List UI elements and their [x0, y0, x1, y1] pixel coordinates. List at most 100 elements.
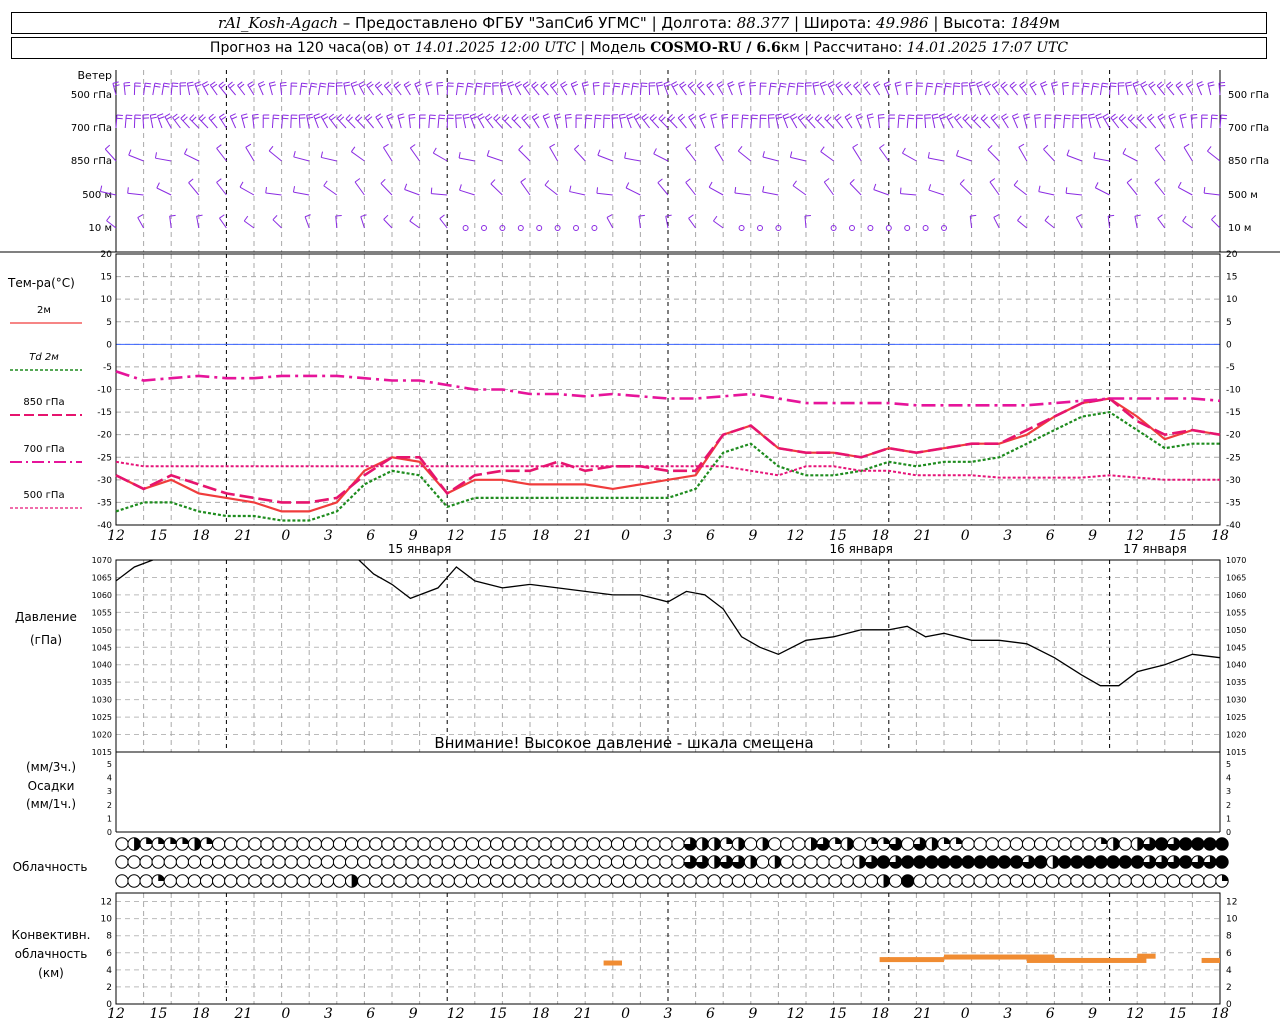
temp-tick-left: 0: [106, 340, 112, 350]
precip-tick-right: 3: [1226, 787, 1231, 796]
cloud-circle: [224, 837, 238, 851]
cloud-circle: [502, 837, 516, 851]
wind-barb-icon: [437, 115, 440, 129]
wind-barb-feather: [817, 116, 823, 122]
wind-barb-feather: [335, 215, 342, 217]
wind-barb-icon: [124, 115, 127, 129]
wind-barb-feather: [156, 182, 160, 189]
wind-barb-feather: [857, 116, 863, 120]
cloud-circle: [852, 874, 867, 888]
meteogram: Ветер 500 гПа 500 гПа 700 гПа 700 гПа 850 гПа…: [0, 69, 1280, 1022]
bottom-hour-tick-label: 18: [871, 1006, 889, 1022]
wind-barb-icon: [1072, 82, 1074, 96]
wind-barb-feather: [1017, 215, 1022, 221]
wind-barb-icon: [1126, 182, 1138, 196]
cloud-cover-icon: [429, 837, 443, 851]
wind-barb-icon: [186, 83, 191, 96]
wind-barb-icon: [738, 83, 743, 96]
wind-barb-feather: [218, 81, 224, 87]
wind-barb-feather: [1002, 83, 1008, 89]
bottom-hour-tick-label: 21: [913, 1006, 932, 1022]
cloud-cover-icon: [538, 855, 552, 869]
bottom-hour-tick-label: 15: [1169, 1006, 1187, 1022]
wind-barb-feather: [657, 178, 663, 184]
wind-barb-feather: [595, 117, 602, 120]
wind-barb-feather: [1177, 83, 1183, 89]
wind-barb-feather: [301, 82, 308, 85]
wind-barb-icon: [667, 118, 678, 129]
precip-tick-left: 2: [107, 801, 112, 810]
cloud-circle: [1033, 837, 1048, 851]
cloud-cover-icon: [768, 874, 782, 888]
wind-barb-icon: [961, 82, 963, 96]
wind-barb-feather: [776, 116, 783, 119]
wind-barb-feather: [196, 214, 203, 217]
wind-barb-icon: [425, 83, 430, 96]
cloud-circle: [598, 855, 613, 869]
wind-barb-feather: [430, 187, 433, 194]
cloud-circle: [792, 837, 806, 851]
cloud-cover-icon: [1142, 855, 1157, 869]
cloud-cover-icon: [828, 874, 842, 888]
cloud-circle: [441, 837, 456, 851]
cloud-circle: [381, 855, 395, 869]
bottom-hour-tick-label: 18: [532, 1006, 550, 1022]
cloud-circle: [1215, 837, 1229, 851]
cloud-circle: [1179, 874, 1193, 888]
cloud-cover-icon: [925, 874, 939, 888]
cloud-cover-icon: [901, 874, 915, 888]
cloud-circle: [550, 837, 564, 851]
wind-barb-feather: [762, 186, 765, 193]
cloud-cover-icon: [453, 874, 468, 888]
cloud-half: [750, 855, 757, 869]
cloud-cover-icon: [792, 855, 806, 869]
wind-barb-feather: [627, 116, 634, 120]
cloud-circle: [647, 837, 661, 851]
cloud-cover-icon: [248, 855, 262, 869]
cloud-circle: [586, 855, 601, 869]
wind-barb-feather: [495, 116, 501, 122]
cloud-quarter: [1101, 837, 1108, 844]
cloud-circle: [429, 837, 443, 851]
cloud-circle: [296, 874, 311, 888]
cloud-circle: [610, 837, 625, 851]
wind-barb-feather: [679, 81, 685, 86]
wind-barb-feather: [1094, 182, 1099, 188]
wind-barb-feather: [124, 84, 131, 87]
cloud-circle: [659, 855, 673, 869]
legend-label-4: 500 гПа: [23, 490, 64, 501]
cloud-cover-icon: [707, 874, 722, 888]
cloud-cover-icon: [115, 837, 129, 851]
wind-barb-icon: [1127, 118, 1138, 129]
cloud-cover-icon: [804, 855, 818, 869]
wind-barb-icon: [1182, 220, 1193, 229]
wind-barb-feather: [626, 113, 633, 117]
wind-barb-icon: [688, 217, 697, 229]
cloud-quarter: [206, 837, 213, 844]
pressure-tick-left: 1065: [92, 573, 112, 582]
wind-barb-icon: [1165, 85, 1175, 96]
wind-barb-icon: [408, 115, 411, 129]
cloud-cover-icon: [695, 855, 709, 869]
wind-barb-feather: [670, 116, 676, 122]
cloud-cover-icon: [296, 874, 311, 888]
wind-barb-icon: [1087, 115, 1092, 129]
cloud-circle: [429, 874, 443, 888]
wind-barb-feather: [1065, 187, 1068, 194]
wind-barb-icon: [902, 152, 917, 162]
conv-title-3: (км): [38, 966, 64, 980]
cloud-cover-icon: [429, 874, 443, 888]
cloud-circle: [1130, 874, 1145, 888]
cloud-circle: [308, 855, 323, 869]
wind-barb-feather: [350, 81, 357, 85]
cloud-circle: [695, 874, 709, 888]
wind-barb-feather: [410, 144, 416, 149]
wind-barb-feather: [1083, 85, 1090, 88]
wind-barb-feather: [789, 151, 793, 158]
wind-barb-feather: [1121, 116, 1127, 122]
wind-barb-feather: [172, 113, 178, 119]
wind-barb-feather: [623, 82, 631, 85]
wind-barb-feather: [689, 83, 695, 89]
conv-tick-left: 4: [106, 966, 112, 976]
calm-circle-icon: [885, 225, 892, 231]
